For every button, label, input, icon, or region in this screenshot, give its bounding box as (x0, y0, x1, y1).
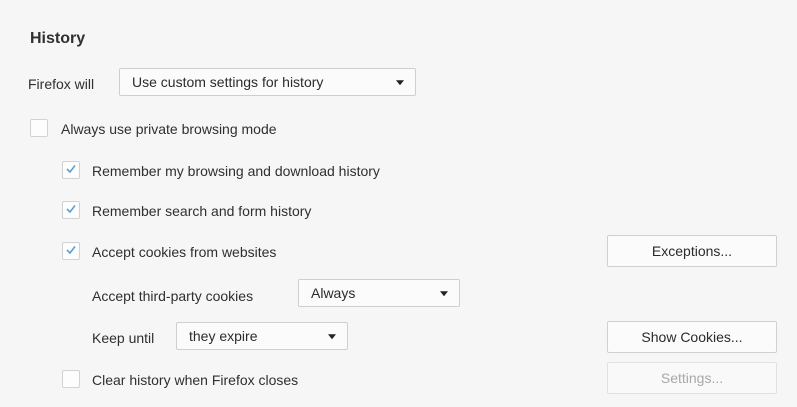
show-cookies-button[interactable]: Show Cookies... (607, 321, 777, 353)
private-mode-checkbox[interactable] (30, 119, 48, 137)
third-party-cookies-value: Always (311, 285, 356, 301)
keep-until-dropdown[interactable]: they expire (176, 322, 348, 350)
firefox-will-label: Firefox will (28, 76, 95, 92)
history-settings-panel: History Firefox will Use custom settings… (0, 0, 797, 407)
clear-history-label: Clear history when Firefox closes (92, 372, 299, 388)
checkmark-icon (66, 205, 76, 214)
accept-cookies-checkbox[interactable] (62, 242, 80, 260)
chevron-down-icon (440, 291, 448, 297)
checkmark-icon (66, 246, 76, 255)
exceptions-button[interactable]: Exceptions... (607, 235, 777, 267)
remember-search-label: Remember search and form history (92, 203, 312, 219)
private-mode-label: Always use private browsing mode (61, 121, 277, 137)
keep-until-label: Keep until (92, 330, 155, 346)
third-party-cookies-label: Accept third-party cookies (92, 288, 254, 304)
history-mode-dropdown[interactable]: Use custom settings for history (119, 68, 416, 96)
checkmark-icon (66, 165, 76, 174)
keep-until-value: they expire (189, 328, 258, 344)
clear-history-checkbox[interactable] (62, 370, 80, 388)
section-title: History (30, 30, 86, 47)
chevron-down-icon (328, 334, 336, 340)
accept-cookies-label: Accept cookies from websites (92, 244, 277, 260)
history-mode-value: Use custom settings for history (132, 74, 324, 90)
third-party-cookies-dropdown[interactable]: Always (298, 279, 460, 307)
remember-browsing-label: Remember my browsing and download histor… (92, 163, 380, 179)
chevron-down-icon (396, 80, 404, 86)
settings-button[interactable]: Settings... (607, 362, 777, 394)
remember-search-checkbox[interactable] (62, 201, 80, 219)
remember-browsing-checkbox[interactable] (62, 161, 80, 179)
